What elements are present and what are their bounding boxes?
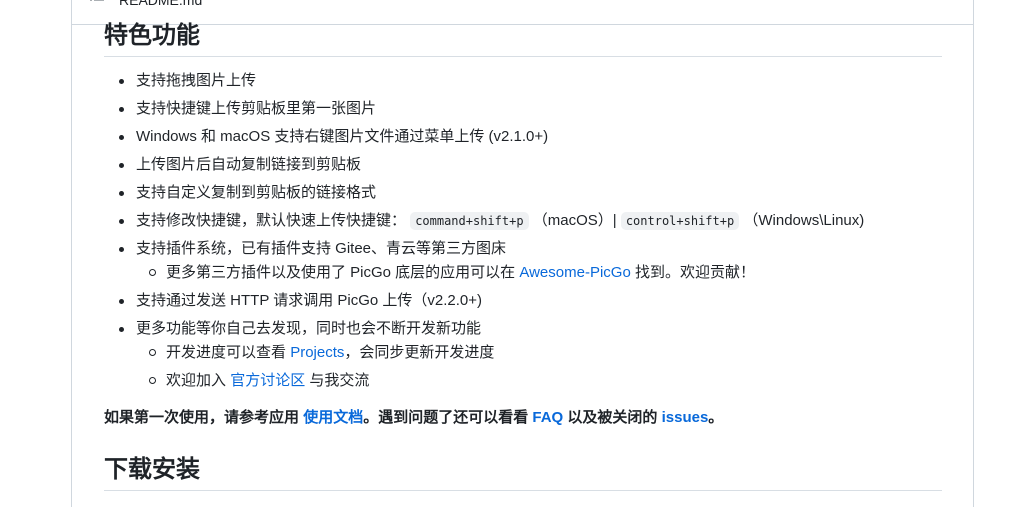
list-item: 支持自定义复制到剪贴板的链接格式 [119, 183, 942, 203]
note-text: 。遇到问题了还可以看看 [363, 409, 529, 426]
list-icon[interactable] [90, 0, 104, 6]
file-name: README.md [119, 0, 203, 8]
readme-content: 特色功能 支持拖拽图片上传 支持快捷键上传剪贴板里第一张图片 Windows 和… [104, 18, 942, 491]
faq-link[interactable]: FAQ [532, 409, 563, 426]
sub-list-item: 更多第三方插件以及使用了 PicGo 底层的应用可以在 Awesome-PicG… [149, 263, 942, 283]
docs-link[interactable]: 使用文档 [303, 409, 363, 426]
sub-item-suffix: 与我交流 [309, 372, 370, 389]
feature-list: 支持拖拽图片上传 支持快捷键上传剪贴板里第一张图片 Windows 和 macO… [104, 71, 942, 391]
list-item: 支持通过发送 HTTP 请求调用 PicGo 上传（v2.2.0+) [119, 291, 942, 311]
sub-item-prefix: 开发进度可以查看 [166, 344, 287, 361]
shortcut-mid: （macOS）| [532, 212, 617, 229]
section-heading-features: 特色功能 [104, 18, 942, 57]
sub-list: 更多第三方插件以及使用了 PicGo 底层的应用可以在 Awesome-PicG… [136, 263, 942, 283]
sub-list: 开发进度可以查看 Projects，会同步更新开发进度 欢迎加入 官方讨论区 与… [136, 343, 942, 391]
list-item: 支持拖拽图片上传 [119, 71, 942, 91]
discussion-link[interactable]: 官方讨论区 [230, 372, 305, 389]
issues-link[interactable]: issues [662, 409, 709, 426]
list-item-plugins: 支持插件系统，已有插件支持 Gitee、青云等第三方图床 更多第三方插件以及使用… [119, 239, 942, 283]
list-item: Windows 和 macOS 支持右键图片文件通过菜单上传 (v2.1.0+) [119, 127, 942, 147]
sub-item-prefix: 欢迎加入 [166, 372, 227, 389]
awesome-picgo-link[interactable]: Awesome-PicGo [519, 264, 630, 281]
shortcut-suffix: （Windows\Linux) [743, 212, 865, 229]
sub-item-suffix: 找到。欢迎贡献！ [634, 264, 755, 281]
code-mac-shortcut: command+shift+p [410, 212, 529, 230]
list-item-shortcut: 支持修改快捷键，默认快速上传快捷键： command+shift+p （macO… [119, 211, 942, 231]
sub-item-suffix: ，会同步更新开发进度 [344, 344, 495, 361]
list-item-more: 更多功能等你自己去发现，同时也会不断开发新功能 开发进度可以查看 Project… [119, 319, 942, 391]
sub-list-item: 欢迎加入 官方讨论区 与我交流 [149, 371, 942, 391]
list-item-text: 支持插件系统，已有插件支持 Gitee、青云等第三方图床 [136, 240, 507, 257]
note-text: 如果第一次使用，请参考应用 [104, 409, 300, 426]
list-item: 支持快捷键上传剪贴板里第一张图片 [119, 99, 942, 119]
projects-link[interactable]: Projects [290, 344, 344, 361]
note-text: 以及被关闭的 [567, 409, 658, 426]
sub-item-prefix: 更多第三方插件以及使用了 PicGo 底层的应用可以在 [166, 264, 516, 281]
usage-note: 如果第一次使用，请参考应用 使用文档。遇到问题了还可以看看 FAQ 以及被关闭的… [104, 408, 942, 428]
code-win-shortcut: control+shift+p [620, 212, 740, 230]
section-heading-download: 下载安装 [104, 452, 942, 491]
shortcut-prefix: 支持修改快捷键，默认快速上传快捷键： [136, 212, 407, 229]
list-item: 上传图片后自动复制链接到剪贴板 [119, 155, 942, 175]
sub-list-item: 开发进度可以查看 Projects，会同步更新开发进度 [149, 343, 942, 363]
readme-page: README.md 特色功能 支持拖拽图片上传 支持快捷键上传剪贴板里第一张图片… [0, 0, 1025, 507]
note-text: 。 [708, 409, 724, 426]
list-item-text: 更多功能等你自己去发现，同时也会不断开发新功能 [136, 320, 482, 337]
